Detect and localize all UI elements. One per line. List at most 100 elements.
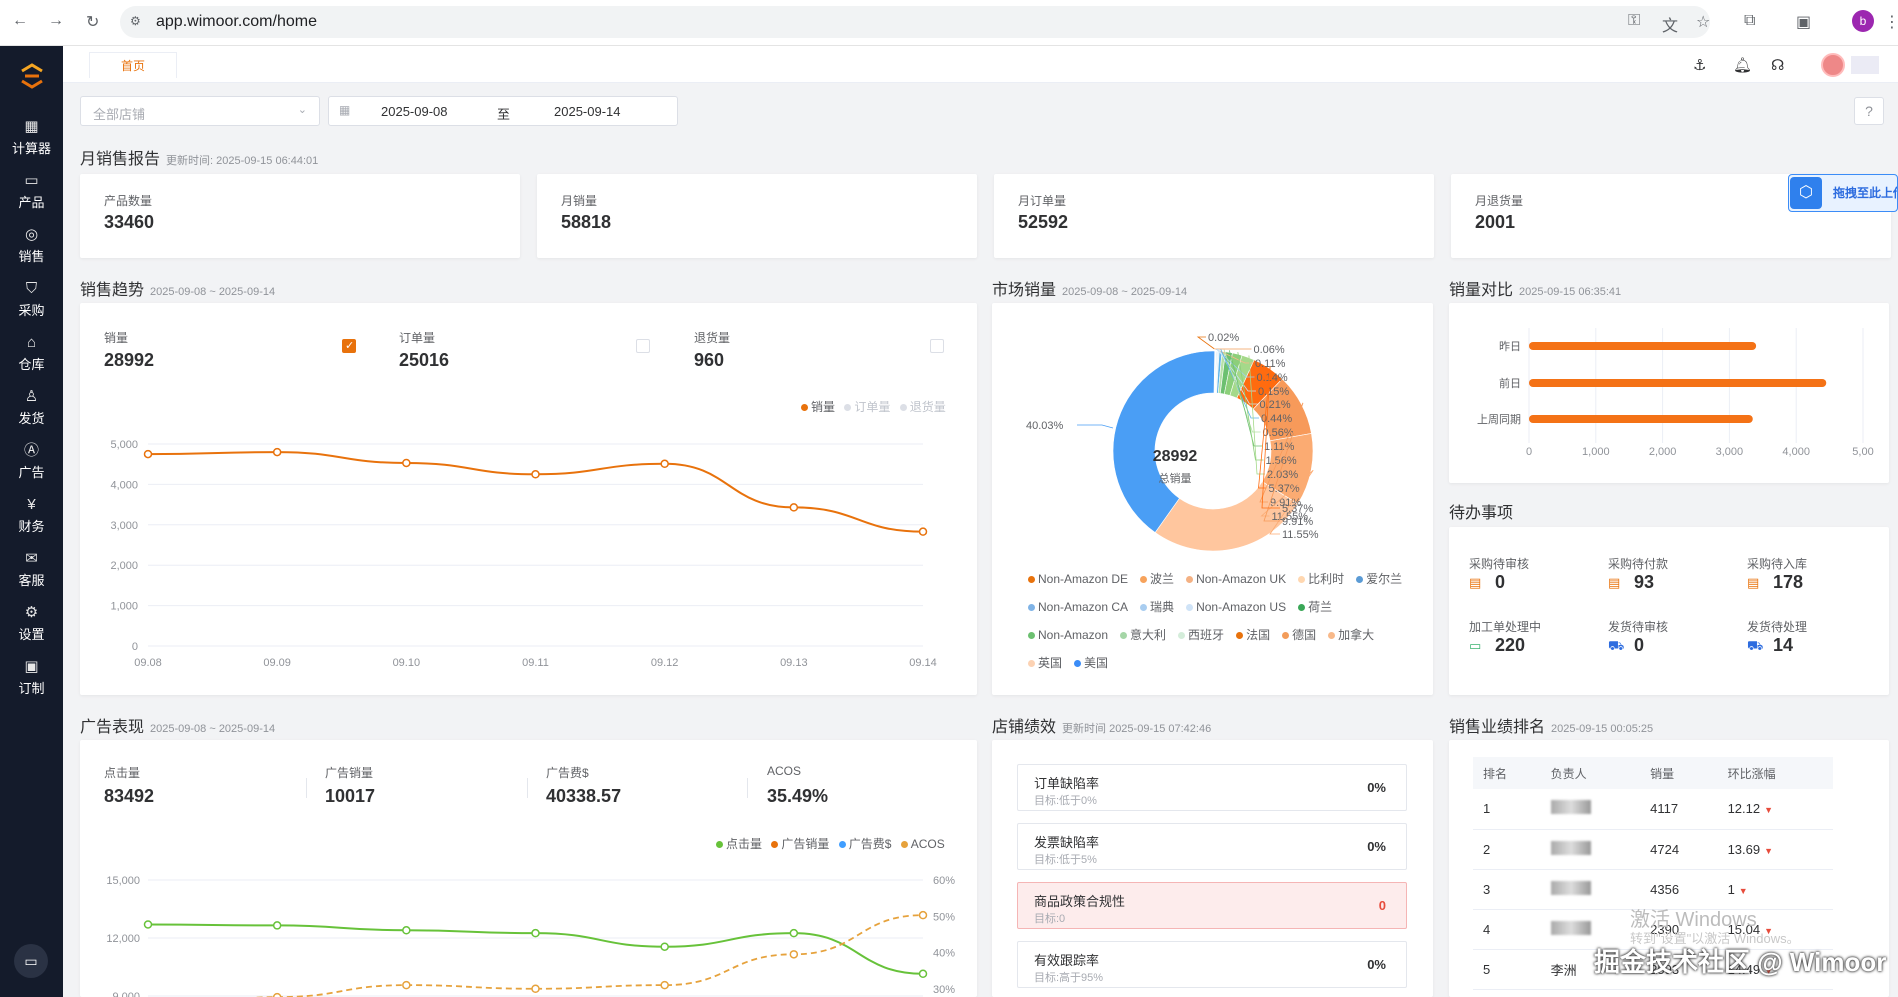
bar: [1529, 342, 1757, 350]
owner-cell: [1540, 869, 1641, 910]
data-point: [272, 992, 282, 997]
user-avatar[interactable]: [1821, 53, 1845, 77]
bell-icon[interactable]: 🔔︎: [1733, 56, 1752, 74]
sidebar-item-gear[interactable]: ⚙ 设置: [0, 604, 63, 643]
table-row[interactable]: 1 4117 12.12 ▼: [1473, 789, 1833, 830]
sidebar-item-ad[interactable]: Ⓐ 广告: [0, 442, 63, 481]
market-legend[interactable]: Non-Amazon DE 波兰 Non-Amazon UK 比利时 爱尔兰 Non-Am…: [1022, 565, 1422, 677]
sales-trend-title: 销售趋势 2025-09-08 ~ 2025-09-14: [80, 282, 276, 299]
todo-value[interactable]: 0: [1495, 572, 1505, 593]
juejin-watermark: 掘金技术社区 @ Wimoor: [1594, 947, 1887, 977]
market-legend-item[interactable]: Non-Amazon CA: [1022, 593, 1128, 621]
address-bar[interactable]: app.wimoor.com/home: [120, 6, 1710, 38]
legend-label: 爱尔兰: [1366, 572, 1403, 586]
anchor-icon[interactable]: ⚓: [1693, 56, 1706, 74]
sidebar-item-warehouse[interactable]: ⌂ 仓库: [0, 334, 63, 373]
todo-value[interactable]: 178: [1773, 572, 1803, 593]
sidebar-item-finance[interactable]: ¥ 财务: [0, 496, 63, 535]
date-range-picker[interactable]: ▦ 2025-09-08 至 2025-09-14: [328, 96, 678, 126]
translate-icon[interactable]: 文: [1662, 12, 1678, 36]
upload-icon[interactable]: ⬡: [1790, 177, 1822, 209]
market-legend-item[interactable]: 西班牙: [1172, 621, 1224, 649]
market-legend-item[interactable]: 荷兰: [1292, 593, 1332, 621]
market-legend-item[interactable]: Non-Amazon: [1022, 621, 1108, 649]
shop-metric-item[interactable]: 有效跟踪率 目标:高于95% 0%: [1017, 941, 1407, 988]
table-row[interactable]: 2 4724 13.69 ▼: [1473, 829, 1833, 870]
profile-avatar[interactable]: b: [1852, 10, 1874, 32]
compare-bar-chart: 0 1,000 2,000 3,000 4,000 5,00 昨日前日上周同期: [1477, 328, 1874, 458]
date-separator: 至: [497, 107, 511, 122]
sidepanel-icon[interactable]: ▣: [1796, 12, 1811, 32]
sidebar-item-label: 计算器: [11, 141, 51, 156]
tab-home[interactable]: 首页: [89, 52, 177, 78]
sidebar-item-custom[interactable]: ▣ 订制: [0, 658, 63, 697]
monitor-icon: ▭: [1469, 638, 1482, 653]
todo-value[interactable]: 93: [1634, 572, 1654, 593]
data-point: [531, 470, 540, 479]
owner-name: 李洲: [1550, 962, 1577, 978]
sidebar-item-label: 采购: [18, 303, 45, 318]
site-info-icon[interactable]: ⚙: [130, 14, 141, 28]
legend-dot: [1028, 632, 1035, 639]
monthly-card-value: 33460: [104, 212, 155, 232]
bar: [1529, 415, 1753, 423]
market-legend-item[interactable]: 加拿大: [1322, 621, 1374, 649]
market-legend-item[interactable]: 瑞典: [1134, 593, 1174, 621]
sidebar-item-label: 仓库: [18, 357, 45, 372]
forward-icon[interactable]: →: [48, 12, 64, 30]
shop-metric-item[interactable]: 发票缺陷率 目标:低于5% 0%: [1017, 823, 1407, 870]
date-to[interactable]: 2025-09-14: [554, 104, 621, 119]
todo-value[interactable]: 0: [1634, 635, 1644, 656]
market-legend-item[interactable]: Non-Amazon US: [1180, 593, 1286, 621]
extensions-icon[interactable]: ⧉: [1744, 12, 1755, 30]
sidebar-item-box[interactable]: ▭ 产品: [0, 172, 63, 211]
legend-label: 美国: [1084, 656, 1109, 670]
shop-select[interactable]: 全部店铺 ⌄: [80, 96, 320, 126]
market-legend-item[interactable]: 德国: [1276, 621, 1316, 649]
todo-value[interactable]: 220: [1495, 635, 1525, 656]
date-from[interactable]: 2025-09-08: [381, 104, 448, 119]
data-point: [402, 926, 411, 935]
x-tick-label: 2,000: [1649, 446, 1677, 458]
truck-icon: ⛟: [1747, 638, 1764, 653]
market-legend-item[interactable]: 爱尔兰: [1350, 565, 1402, 593]
market-legend-item[interactable]: 意大利: [1114, 621, 1166, 649]
sidebar-item-bag[interactable]: ⛉ 采购: [0, 280, 63, 319]
sidebar-item-label: 财务: [18, 519, 45, 534]
market-legend-item[interactable]: 美国: [1068, 649, 1108, 677]
todo-label: 采购待入库: [1747, 557, 1808, 571]
data-point: [789, 950, 799, 959]
todo-value[interactable]: 14: [1773, 635, 1793, 656]
key-icon[interactable]: ⚿: [1628, 12, 1640, 30]
series-line-sales: [147, 451, 924, 533]
reload-icon[interactable]: ↻: [86, 12, 99, 32]
headset-icon[interactable]: ☊: [1771, 56, 1784, 74]
x-tick-label: 09.13: [780, 657, 808, 669]
market-legend-item[interactable]: 英国: [1022, 649, 1062, 677]
sidebar-item-sales[interactable]: ◎ 销售: [0, 226, 63, 265]
market-legend-item[interactable]: Non-Amazon UK: [1180, 565, 1286, 593]
sidebar-item-calculator[interactable]: ▦ 计算器: [0, 118, 63, 157]
data-point: [660, 942, 669, 951]
shop-metric-item[interactable]: 商品政策合规性 目标:0 0: [1017, 882, 1407, 929]
y-tick-label: 5,000: [110, 439, 138, 451]
menu-icon[interactable]: ⋮: [1884, 12, 1898, 32]
market-legend-item[interactable]: 波兰: [1134, 565, 1174, 593]
star-icon[interactable]: ☆: [1696, 12, 1710, 32]
legend-dot: [1356, 576, 1364, 583]
market-legend-item[interactable]: 法国: [1230, 621, 1270, 649]
market-legend-item[interactable]: 比利时: [1292, 565, 1344, 593]
legend-dot: [1028, 604, 1035, 611]
market-legend-item[interactable]: Non-Amazon DE: [1022, 565, 1128, 593]
collapse-icon[interactable]: ▭: [14, 944, 48, 978]
back-icon[interactable]: ←: [12, 12, 28, 30]
legend-dot: [1140, 604, 1148, 611]
shop-metric-item[interactable]: 订单缺陷率 目标:低于0% 0%: [1017, 764, 1407, 811]
sidebar-item-mail[interactable]: ✉ 客服: [0, 550, 63, 589]
legend-dot: [1074, 660, 1082, 667]
help-icon[interactable]: ?: [1854, 97, 1884, 125]
sales-cell: 4724: [1640, 829, 1718, 870]
sidebar-item-ship[interactable]: ♙ 发货: [0, 388, 63, 427]
arrow-down-icon: ▼: [1764, 805, 1774, 816]
data-point: [660, 980, 669, 990]
